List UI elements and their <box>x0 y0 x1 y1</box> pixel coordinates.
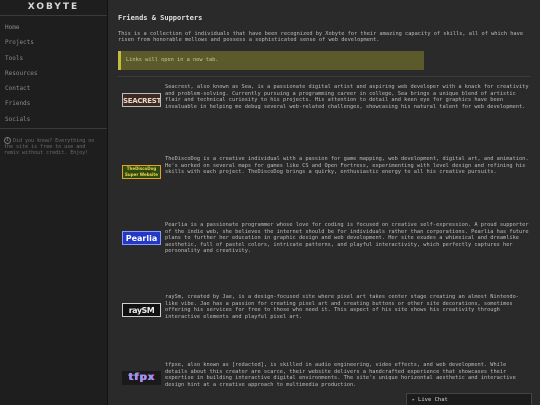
live-chat-label: Live Chat <box>418 397 448 403</box>
site-logo[interactable]: XOBYTE <box>0 0 107 16</box>
sidebar-item-tools[interactable]: Tools <box>0 51 107 66</box>
notice-banner: Links will open in a new tab. <box>118 50 424 70</box>
main-content: Friends & Supporters This is a collectio… <box>108 0 540 405</box>
sidebar-item-resources[interactable]: Resources <box>0 66 107 81</box>
friend-badge-tfpx[interactable]: tfpx <box>122 371 161 385</box>
friend-description: TheDiscoDog is a creative individual wit… <box>165 156 529 176</box>
sidebar-nav: Home Projects Tools Resources Contact Fr… <box>0 16 107 127</box>
page-title: Friends & Supporters <box>118 14 203 22</box>
friend-entry: tfpx tfpxe, also known as [redacted], is… <box>122 362 532 388</box>
sidebar-item-home[interactable]: Home <box>0 20 107 35</box>
friend-entry: TheDiscoDog Super Website TheDiscoDog is… <box>122 156 532 179</box>
friend-badge-raysm[interactable]: raySM <box>122 303 161 317</box>
intro-text: This is a collection of individuals that… <box>118 31 524 44</box>
sidebar: XOBYTE Home Projects Tools Resources Con… <box>0 0 108 405</box>
sidebar-item-contact[interactable]: Contact <box>0 81 107 96</box>
friend-entry: Pearlia Pearlia is a passionate programm… <box>122 222 532 255</box>
friend-entry: raySM raySm, created by Jae, is a design… <box>122 294 532 320</box>
friend-description: tfpxe, also known as [redacted], is skil… <box>165 362 516 388</box>
friend-badge-pearlia[interactable]: Pearlia <box>122 231 161 245</box>
chevron-right-icon: ▸ <box>412 397 416 403</box>
friend-badge-thediscodog[interactable]: TheDiscoDog Super Website <box>122 165 161 179</box>
friend-description: raySm, created by Jae, is a design-focus… <box>165 294 519 320</box>
sidebar-item-projects[interactable]: Projects <box>0 35 107 50</box>
friend-description: Pearlia is a passionate programmer whose… <box>165 222 529 255</box>
divider <box>118 75 530 77</box>
live-chat-button[interactable]: ▸ Live Chat <box>406 393 532 405</box>
sidebar-item-socials[interactable]: Socials <box>0 112 107 127</box>
info-icon: i <box>4 137 11 145</box>
sidebar-note-text: Did you know? Everything on the site is … <box>4 138 95 157</box>
friend-description: Seacrest, also known as Sea, is a passio… <box>165 84 529 110</box>
sidebar-note: i Did you know? Everything on the site is… <box>0 128 107 156</box>
sidebar-item-friends[interactable]: Friends <box>0 96 107 111</box>
friend-badge-seacrest[interactable]: SEACREST <box>122 93 161 107</box>
friend-entry: SEACREST Seacrest, also known as Sea, is… <box>122 84 532 110</box>
